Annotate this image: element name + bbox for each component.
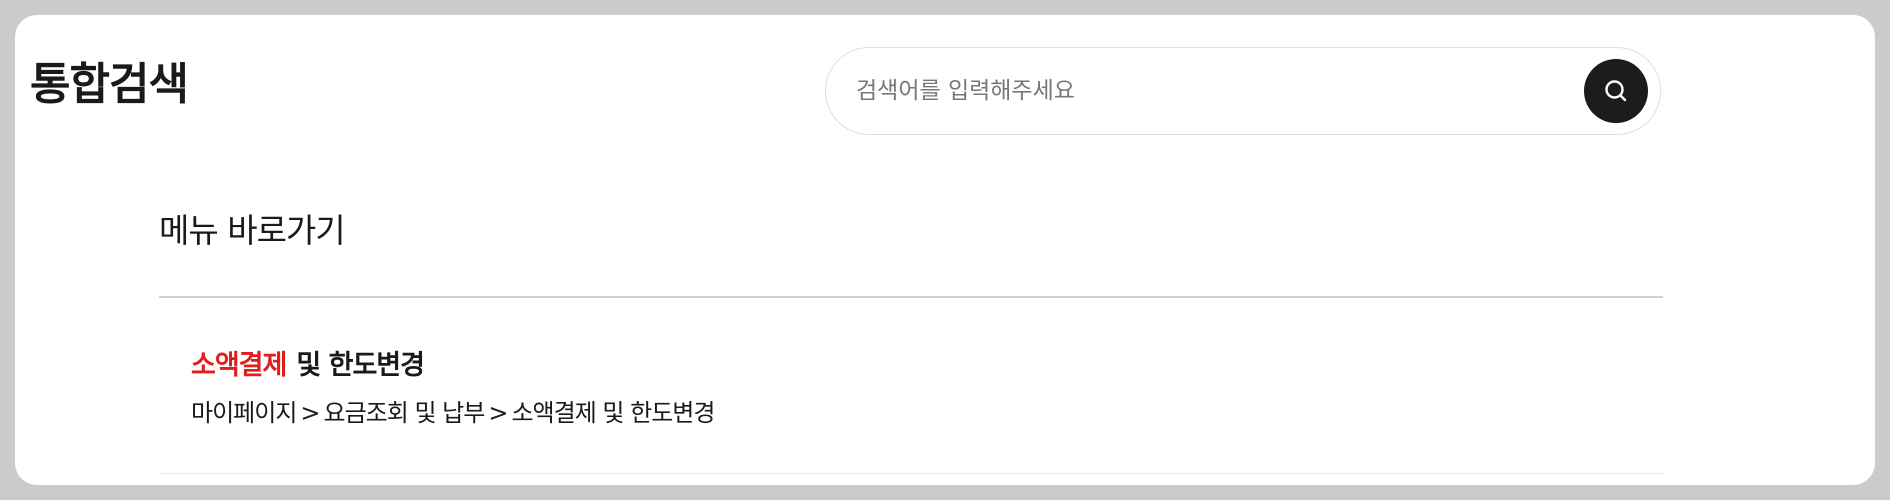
result-title[interactable]: 소액결제 및 한도변경 xyxy=(191,350,425,382)
section-title: 메뉴 바로가기 xyxy=(159,211,346,250)
search-box xyxy=(825,47,1661,135)
breadcrumb-item: 마이페이지 xyxy=(191,399,297,427)
search-panel: 통합검색 메뉴 바로가기 소액결제및 한도변경 마이페이지>요금조회 및 납부>… xyxy=(15,15,1875,485)
breadcrumb-separator: > xyxy=(488,399,508,427)
breadcrumb-separator: > xyxy=(300,399,320,427)
search-icon xyxy=(1603,78,1629,104)
search-input[interactable] xyxy=(856,68,1556,114)
result-title-highlight: 소액결제 xyxy=(191,350,287,381)
list-item[interactable]: 소액결제 및 한도변경 마이페이지 > 요금조회 및 납부 > 소액결제 및 한도변경 xyxy=(159,298,1663,474)
result-title-rest: 및 한도변경 xyxy=(296,350,425,381)
item-divider xyxy=(159,473,1663,474)
search-button[interactable] xyxy=(1584,59,1648,123)
breadcrumb-item: 소액결제 및 한도변경 xyxy=(511,399,715,427)
breadcrumb: 마이페이지 > 요금조회 및 납부 > 소액결제 및 한도변경 xyxy=(191,399,715,428)
page-title: 통합검색 xyxy=(30,59,189,110)
breadcrumb-item: 요금조회 및 납부 xyxy=(323,399,486,427)
